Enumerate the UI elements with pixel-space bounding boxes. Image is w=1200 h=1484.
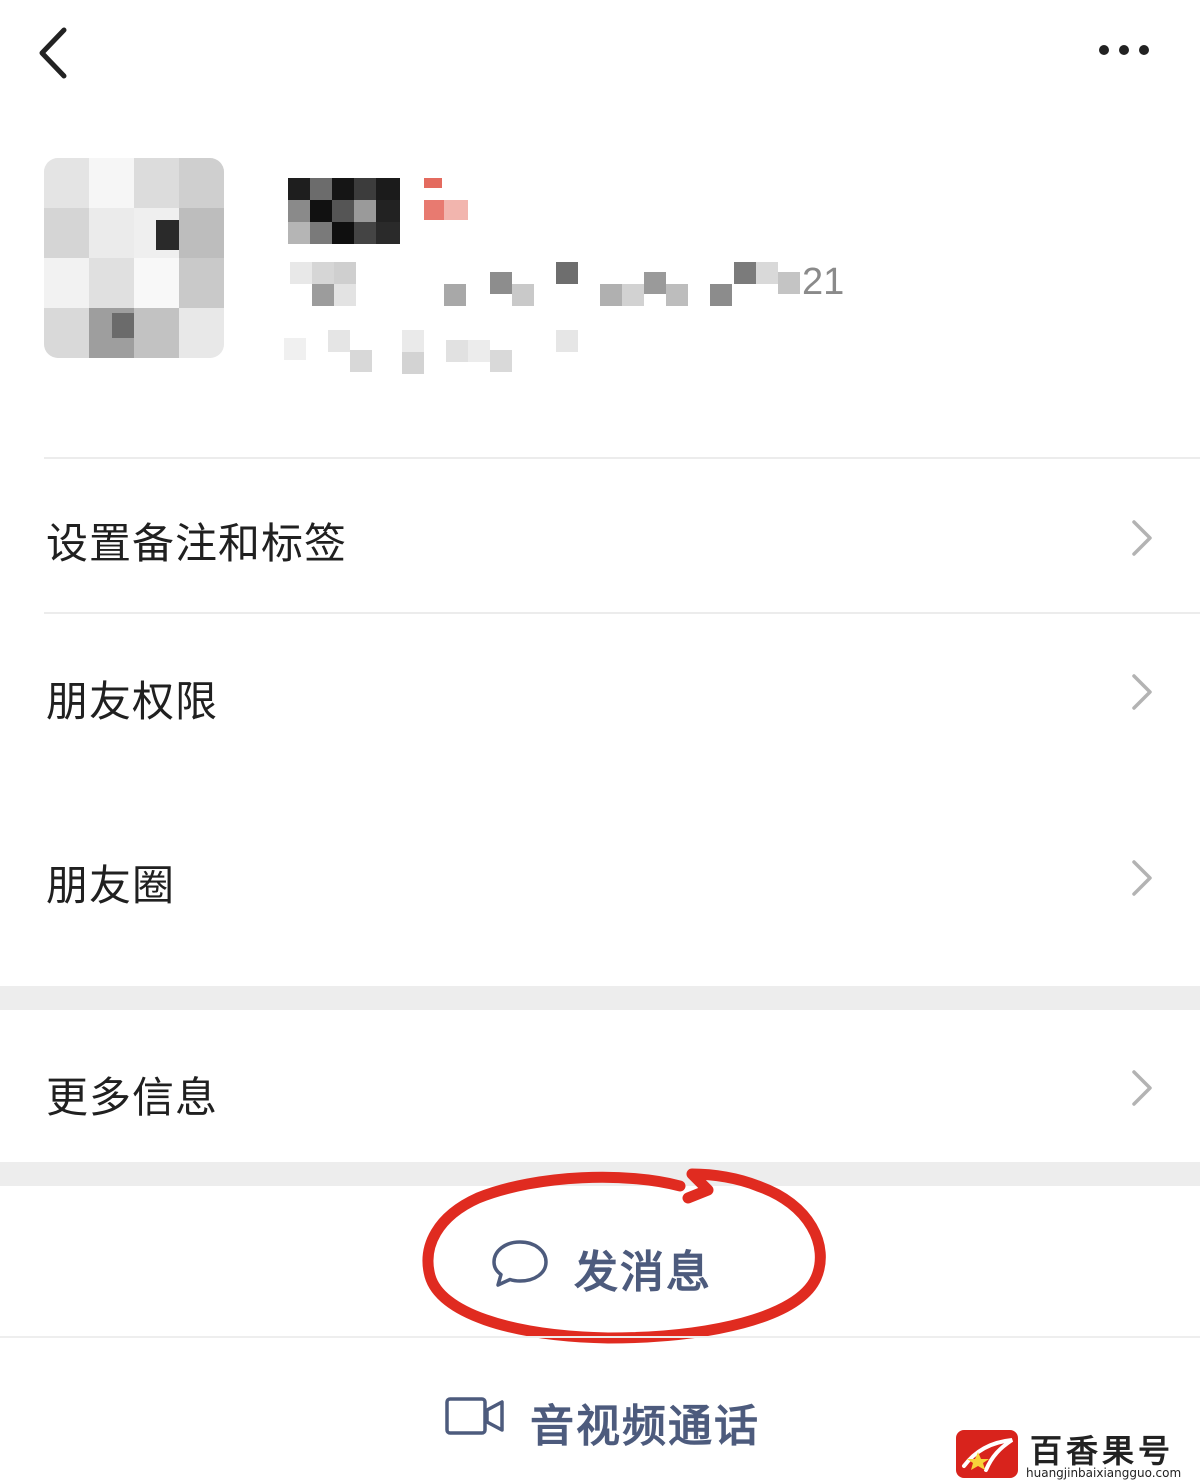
back-button[interactable] [30, 18, 90, 88]
chevron-right-icon [1132, 860, 1152, 896]
chevron-right-icon [1132, 674, 1152, 710]
chevron-right-icon [1132, 520, 1152, 556]
menu-item-more-info[interactable]: 更多信息 [0, 1010, 1200, 1160]
menu-item-label: 更多信息 [46, 1073, 219, 1122]
avatar[interactable] [44, 158, 224, 358]
annotation-circle [422, 1168, 826, 1344]
menu-item-remark-and-tags[interactable]: 设置备注和标签 [0, 460, 1200, 612]
video-call-label: 音视频通话 [530, 1401, 760, 1452]
menu-item-label: 朋友圈 [46, 861, 176, 910]
more-horizontal-icon [1099, 45, 1149, 55]
menu-item-label: 设置备注和标签 [46, 519, 348, 568]
video-camera-icon [445, 1397, 504, 1435]
menu-item-friend-permissions[interactable]: 朋友权限 [0, 614, 1200, 766]
menu-item-moments[interactable]: 朋友圈 [0, 790, 1200, 980]
watermark-url: huangjinbaixiangguo.com [1026, 1466, 1182, 1480]
pixelated-account-id: 21 [290, 262, 844, 306]
pixelated-region [284, 330, 578, 374]
top-bar [0, 0, 1200, 110]
chevron-right-icon [1132, 1070, 1152, 1106]
more-button[interactable] [1090, 30, 1160, 70]
chevron-left-icon [39, 27, 67, 79]
watermark: 百香果号 huangjinbaixiangguo.com [950, 1426, 1190, 1482]
profile-header: 21 [0, 150, 1200, 390]
account-id-suffix: 21 [802, 262, 844, 303]
section-gap [0, 986, 1200, 1010]
menu-item-label: 朋友权限 [46, 677, 219, 726]
divider [44, 457, 1200, 459]
pixelated-avatar-image [44, 158, 224, 358]
pixelated-name [288, 178, 468, 244]
watermark-logo [956, 1430, 1018, 1478]
